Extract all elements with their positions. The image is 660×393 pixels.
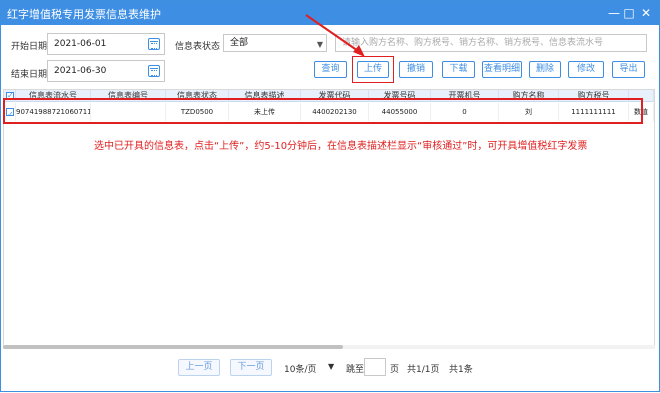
start-date-field[interactable]: 2021-06-01 — [47, 33, 165, 55]
info-table: 信息表流水号 信息表编号 信息表状态 信息表描述 发票代码 发票号码 开票机号 … — [3, 89, 655, 347]
revoke-button[interactable]: 撤销 — [399, 61, 433, 78]
modify-button[interactable]: 修改 — [568, 61, 604, 78]
end-date-label: 结束日期 — [11, 70, 48, 80]
window-title: 红字增值税专用发票信息表维护 — [7, 8, 161, 21]
total-count: 共1条 — [449, 365, 473, 375]
view-detail-button[interactable]: 查看明细 — [482, 61, 522, 78]
export-button[interactable]: 导出 — [612, 61, 645, 78]
page-unit-label: 页 — [390, 365, 400, 375]
download-button[interactable]: 下载 — [442, 61, 475, 78]
chevron-down-icon[interactable]: ▼ — [328, 362, 334, 371]
page-size-select[interactable]: 10条/页 — [284, 362, 317, 375]
title-bar: 红字增值税专用发票信息表维护 — □ ✕ — [1, 1, 659, 25]
scrollbar-thumb[interactable] — [3, 345, 343, 349]
goto-page-input[interactable] — [364, 358, 386, 376]
status-value: 全部 — [230, 38, 249, 48]
status-label: 信息表状态 — [175, 42, 221, 52]
next-page-button[interactable]: 下一页 — [230, 359, 272, 376]
page-info: 共1/1页 — [407, 365, 440, 375]
calendar-icon[interactable] — [148, 65, 160, 77]
horizontal-scrollbar[interactable] — [3, 345, 655, 349]
keyword-placeholder: 请输入购方名称、购方税号、销方名称、销方税号、信息表流水号 — [342, 38, 604, 48]
calendar-icon[interactable] — [148, 38, 160, 50]
keyword-search-input[interactable]: 请输入购方名称、购方税号、销方名称、销方税号、信息表流水号 — [335, 34, 647, 52]
query-button[interactable]: 查询 — [314, 61, 347, 78]
end-date-field[interactable]: 2021-06-30 — [47, 60, 165, 82]
selected-row-highlight — [3, 98, 643, 124]
close-button[interactable]: ✕ — [637, 4, 655, 22]
prev-page-button[interactable]: 上一页 — [178, 359, 220, 376]
instruction-annotation: 选中已开具的信息表，点击“上传”，约5-10分钟后，在信息表描述栏显示“审核通过… — [94, 141, 588, 152]
dialog-window: 红字增值税专用发票信息表维护 — □ ✕ 开始日期 2021-06-01 结束日… — [0, 0, 660, 392]
delete-button[interactable]: 删除 — [529, 61, 561, 78]
goto-label: 跳至 — [346, 365, 365, 375]
end-date-value: 2021-06-30 — [54, 66, 107, 76]
upload-button[interactable]: 上传 — [357, 61, 389, 78]
start-date-label: 开始日期 — [11, 42, 48, 52]
chevron-down-icon: ▼ — [316, 40, 323, 49]
maximize-button[interactable]: □ — [620, 4, 638, 22]
status-select[interactable]: 全部 ▼ — [223, 34, 327, 52]
start-date-value: 2021-06-01 — [54, 39, 107, 49]
